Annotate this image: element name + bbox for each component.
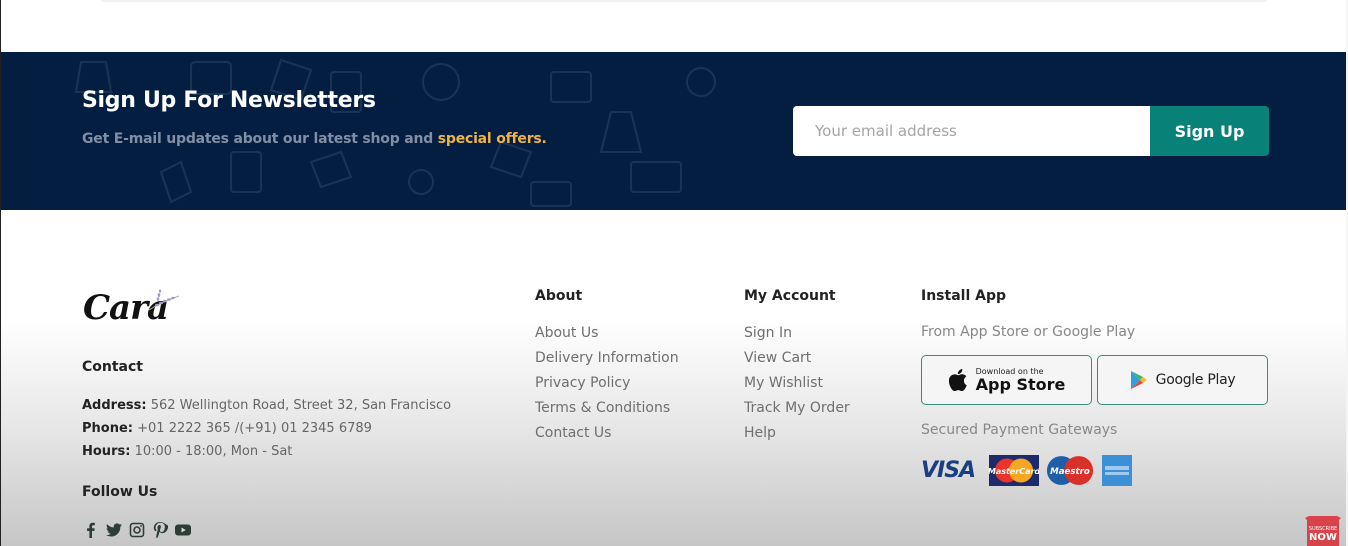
my-account-heading: My Account: [744, 288, 836, 304]
link-privacy-policy[interactable]: Privacy Policy: [535, 374, 679, 399]
lavender-sprig-icon: [148, 289, 180, 311]
facebook-icon[interactable]: [82, 521, 99, 538]
link-help[interactable]: Help: [744, 424, 850, 449]
page: Sign Up For Newsletters Get E-mail updat…: [0, 0, 1348, 546]
top-content-strip: [1, 0, 1347, 52]
phone-value: +01 2222 365 /(+91) 01 2345 6789: [137, 421, 372, 436]
address-label: Address:: [82, 398, 147, 413]
newsletter-banner: Sign Up For Newsletters Get E-mail updat…: [1, 52, 1347, 210]
address-line: Address: 562 Wellington Road, Street 32,…: [82, 394, 451, 417]
pinterest-icon[interactable]: [151, 521, 168, 538]
hours-line: Hours: 10:00 - 18:00, Mon - Sat: [82, 440, 451, 463]
link-delivery-information[interactable]: Delivery Information: [535, 349, 679, 374]
hours-label: Hours:: [82, 444, 131, 459]
my-account-column: My Account Sign In View Cart My Wishlist…: [744, 288, 850, 449]
link-contact-us[interactable]: Contact Us: [535, 424, 679, 449]
app-store-button[interactable]: Download on the App Store: [921, 355, 1092, 405]
about-heading: About: [535, 288, 583, 304]
newsletter-title: Sign Up For Newsletters: [82, 88, 376, 113]
phone-label: Phone:: [82, 421, 133, 436]
site-footer: Cara Contact Address: 562 Wellington Roa…: [1, 210, 1347, 546]
install-app-column: Install App From App Store or Google Pla…: [921, 288, 1268, 486]
instagram-icon[interactable]: [128, 521, 145, 538]
link-sign-in[interactable]: Sign In: [744, 324, 850, 349]
newsletter-form: Sign Up: [793, 106, 1269, 156]
phone-line: Phone: +01 2222 365 /(+91) 01 2345 6789: [82, 417, 451, 440]
address-value: 562 Wellington Road, Street 32, San Fran…: [150, 398, 452, 413]
link-view-cart[interactable]: View Cart: [744, 349, 850, 374]
subscribe-badge-bottom-text: NOW: [1309, 532, 1337, 543]
link-track-my-order[interactable]: Track My Order: [744, 399, 850, 424]
newsletter-subtitle: Get E-mail updates about our latest shop…: [82, 131, 547, 147]
special-offers-highlight: special offers.: [437, 131, 547, 147]
sign-up-button[interactable]: Sign Up: [1150, 106, 1269, 156]
youtube-icon[interactable]: [174, 521, 191, 538]
google-play-button[interactable]: Google Play: [1097, 355, 1268, 405]
apple-icon: [948, 369, 967, 391]
contact-heading: Contact: [82, 359, 143, 375]
svg-text:Maestro: Maestro: [1050, 467, 1090, 477]
about-column: About About Us Delivery Information Priv…: [535, 288, 679, 449]
svg-text:MasterCard: MasterCard: [989, 467, 1039, 476]
mastercard-logo: MasterCard: [989, 455, 1039, 486]
link-my-wishlist[interactable]: My Wishlist: [744, 374, 850, 399]
email-input[interactable]: [793, 106, 1150, 156]
contact-details: Address: 562 Wellington Road, Street 32,…: [82, 394, 451, 463]
payment-gateways-heading: Secured Payment Gateways: [921, 422, 1118, 438]
maestro-logo: Maestro: [1045, 455, 1095, 486]
social-links: [82, 521, 191, 538]
link-terms-conditions[interactable]: Terms & Conditions: [535, 399, 679, 424]
cara-logo[interactable]: Cara: [83, 288, 183, 330]
payment-methods: VISA MasterCard Maestro: [921, 455, 1268, 486]
install-app-subtitle: From App Store or Google Play: [921, 324, 1136, 340]
app-store-big-text: App Store: [975, 375, 1066, 394]
hours-value: 10:00 - 18:00, Mon - Sat: [134, 444, 293, 459]
google-play-icon: [1130, 371, 1147, 389]
subscribe-now-badge[interactable]: SUBSCRIBE NOW: [1303, 514, 1343, 546]
visa-logo: VISA: [921, 458, 976, 483]
app-store-buttons: Download on the App Store Google Play: [921, 355, 1268, 405]
follow-us-heading: Follow Us: [82, 484, 158, 500]
twitter-icon[interactable]: [105, 521, 122, 538]
newsletter-subtitle-text: Get E-mail updates about our latest shop…: [82, 131, 438, 147]
google-play-text: Google Play: [1155, 372, 1236, 388]
install-app-heading: Install App: [921, 288, 1006, 304]
american-express-logo: [1101, 455, 1133, 486]
link-about-us[interactable]: About Us: [535, 324, 679, 349]
